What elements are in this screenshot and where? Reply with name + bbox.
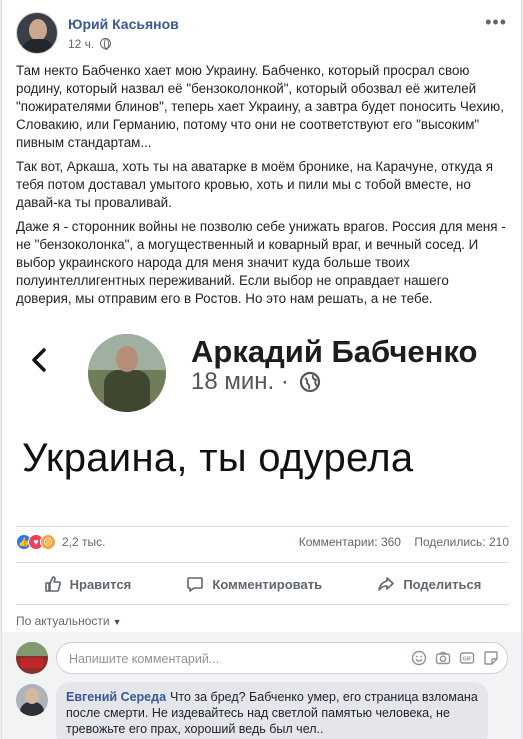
divider — [16, 526, 509, 527]
quoted-screenshot[interactable]: Аркадий Бабченко 18 мин. · Украина, ты о… — [2, 326, 521, 526]
comment-button[interactable]: Комментировать — [186, 575, 322, 593]
author-name[interactable]: Юрий Касьянов — [68, 16, 179, 32]
gif-icon[interactable]: GIF — [459, 650, 475, 666]
comment-bubble: Евгений Середа Что за бред? Бабченко умер… — [56, 682, 488, 739]
camera-icon[interactable] — [435, 650, 451, 666]
comments-count[interactable]: Комментарии: 360 — [299, 535, 401, 549]
sort-label: По актуальности — [16, 614, 110, 628]
post-paragraph: Там некто Бабченко хает мою Украину. Баб… — [16, 63, 504, 150]
post-stats: 👍 ♥ ☹ 2,2 тыс. Комментарии: 360 Поделили… — [16, 534, 509, 550]
comment-placeholder: Напишите комментарий... — [69, 652, 220, 666]
comment-label: Комментировать — [212, 576, 323, 592]
avatar-body — [21, 39, 55, 53]
quoted-text: Украина, ты одурела — [22, 436, 414, 480]
post-paragraph: Даже я - сторонник войны не позволю себе… — [16, 219, 506, 306]
comment-input[interactable]: Напишите комментарий... GIF — [56, 642, 508, 674]
angry-reaction-icon: ☹ — [40, 534, 56, 550]
post-time-row: 12 ч. — [68, 37, 179, 51]
like-icon — [44, 576, 61, 592]
comments-area: Напишите комментарий... GIF Евгений Сере… — [2, 632, 521, 739]
comment-icon — [187, 577, 204, 592]
current-user-avatar[interactable] — [16, 642, 48, 674]
share-button[interactable]: Поделиться — [377, 575, 481, 593]
like-label: Нравится — [69, 576, 132, 592]
shares-count[interactable]: Поделились: 210 — [414, 535, 509, 549]
share-icon — [378, 577, 395, 591]
post-header: Юрий Касьянов 12 ч. — [16, 12, 179, 54]
back-arrow-icon — [32, 348, 46, 372]
post-paragraph: Так вот, Аркаша, хоть ты на аватарке в м… — [16, 159, 493, 210]
post-text: Там некто Бабченко хает мою Украину. Баб… — [16, 62, 506, 314]
commenter-avatar[interactable] — [16, 684, 48, 716]
commenter-name[interactable]: Евгений Середа — [66, 690, 166, 704]
post-meta: Юрий Касьянов 12 ч. — [68, 16, 179, 51]
globe-icon — [100, 38, 112, 50]
emoji-icon[interactable] — [411, 650, 427, 666]
divider — [16, 604, 509, 605]
reactions-summary[interactable]: 👍 ♥ ☹ 2,2 тыс. — [16, 534, 105, 550]
svg-text:GIF: GIF — [462, 657, 472, 663]
post-time[interactable]: 12 ч. — [68, 37, 94, 51]
quoted-name: Аркадий Бабченко — [191, 334, 478, 369]
author-avatar[interactable] — [16, 12, 58, 54]
post-card: Юрий Касьянов 12 ч. ••• Там некто Бабчен… — [1, 0, 522, 739]
globe-icon — [299, 371, 320, 393]
sticker-icon[interactable] — [483, 650, 499, 666]
comment-tools: GIF — [411, 650, 499, 666]
reactions-count: 2,2 тыс. — [62, 535, 106, 549]
comment-sort-dropdown[interactable]: По актуальности ▼ — [16, 614, 122, 628]
quoted-time: 18 мин. · — [191, 368, 289, 395]
more-icon[interactable]: ••• — [485, 12, 507, 33]
avatar-face — [29, 19, 47, 41]
chevron-down-icon: ▼ — [112, 617, 122, 627]
quoted-time-row: 18 мин. · — [191, 368, 321, 396]
like-button[interactable]: Нравится — [44, 575, 132, 593]
engagement-counts: Комментарии: 360 Поделились: 210 — [289, 535, 509, 549]
quoted-avatar — [88, 334, 166, 412]
share-label: Поделиться — [403, 576, 482, 592]
divider — [16, 562, 509, 563]
action-bar: Нравится Комментировать Поделиться — [16, 568, 509, 600]
